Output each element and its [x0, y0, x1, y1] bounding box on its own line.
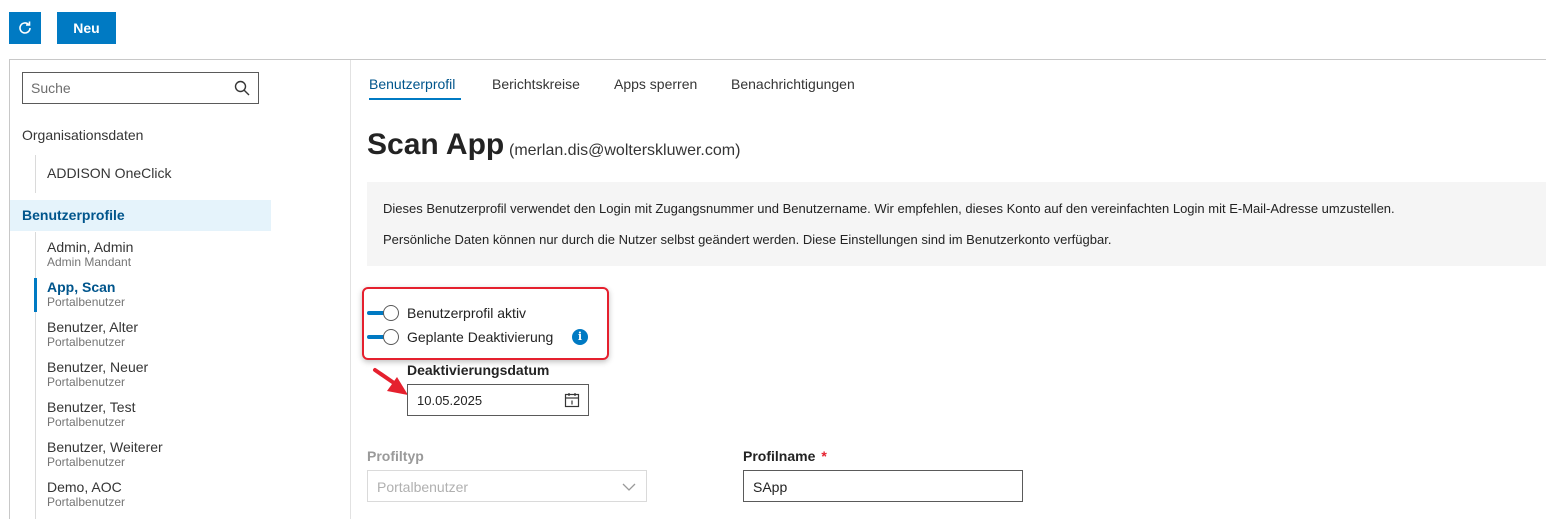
- user-name: Benutzer, Weiterer: [47, 439, 163, 455]
- sidebar-heading-org[interactable]: Organisationsdaten: [22, 127, 143, 143]
- search-input[interactable]: Suche: [22, 72, 259, 104]
- tree-line-org: [35, 155, 36, 193]
- user-list-item-selected[interactable]: App, Scan Portalbenutzer: [47, 279, 125, 309]
- chevron-down-icon: [622, 483, 636, 491]
- tab-benachrichtigungen[interactable]: Benachrichtigungen: [731, 76, 855, 92]
- user-name: App, Scan: [47, 279, 116, 295]
- search-icon: [234, 80, 250, 96]
- user-name: Benutzer, Neuer: [47, 359, 149, 375]
- calendar-icon[interactable]: [564, 392, 580, 408]
- user-list-item[interactable]: Admin, Admin Admin Mandant: [47, 239, 133, 269]
- info-box: Dieses Benutzerprofil verwendet den Logi…: [367, 182, 1546, 266]
- toggle-knob: [383, 329, 399, 345]
- toggle-knob: [383, 305, 399, 321]
- user-list-item[interactable]: Benutzer, Neuer Portalbenutzer: [47, 359, 148, 389]
- annotation-highlight-box: [362, 287, 609, 360]
- user-list-item[interactable]: Benutzer, Test Portalbenutzer: [47, 399, 135, 429]
- user-role: Portalbenutzer: [47, 415, 126, 429]
- frame-top-border: [9, 59, 1546, 60]
- info-icon[interactable]: i: [572, 329, 588, 345]
- tab-benutzerprofil[interactable]: Benutzerprofil: [369, 76, 455, 92]
- search-placeholder: Suche: [31, 80, 71, 96]
- user-name: Admin, Admin: [47, 239, 134, 255]
- active-tab-indicator: [369, 98, 461, 100]
- tree-line-profiles: [35, 232, 36, 519]
- user-name: Benutzer, Test: [47, 399, 136, 415]
- deactivation-date-value: 10.05.2025: [417, 393, 483, 408]
- user-name: Demo, AOC: [47, 479, 122, 495]
- page-title-email: (merlan.dis@wolterskluwer.com): [509, 142, 741, 159]
- page-title: Scan App: [367, 128, 505, 161]
- user-role: Portalbenutzer: [47, 295, 126, 309]
- user-list-item[interactable]: Demo, AOC Portalbenutzer: [47, 479, 125, 509]
- user-role: Portalbenutzer: [47, 375, 126, 389]
- profile-name-value: SApp: [753, 479, 788, 495]
- toggle-scheduled-deactivation-label: Geplante Deaktivierung: [407, 329, 554, 345]
- toggle-profile-active-label: Benutzerprofil aktiv: [407, 305, 527, 321]
- user-role: Portalbenutzer: [47, 495, 126, 509]
- profile-type-value: Portalbenutzer: [377, 479, 469, 495]
- profile-type-label: Profiltyp: [367, 448, 424, 464]
- profile-type-select: Portalbenutzer: [367, 470, 647, 502]
- selected-user-indicator: [34, 278, 37, 312]
- frame-left-border: [9, 59, 10, 519]
- user-list-item[interactable]: Benutzer, Weiterer Portalbenutzer: [47, 439, 163, 469]
- refresh-icon: [19, 21, 31, 34]
- required-marker: *: [821, 448, 827, 464]
- sidebar-item-addison[interactable]: ADDISON OneClick: [47, 165, 171, 181]
- info-text-login: Dieses Benutzerprofil verwendet den Logi…: [383, 201, 1395, 216]
- profile-name-input[interactable]: SApp: [743, 470, 1023, 502]
- tab-apps-sperren[interactable]: Apps sperren: [614, 76, 697, 92]
- tab-berichtskreise[interactable]: Berichtskreise: [492, 76, 580, 92]
- annotation-arrow-icon: [373, 368, 408, 395]
- user-list-item[interactable]: Benutzer, Alter Portalbenutzer: [47, 319, 138, 349]
- deactivation-date-label: Deaktivierungsdatum: [407, 362, 550, 378]
- user-role: Portalbenutzer: [47, 335, 126, 349]
- user-role: Portalbenutzer: [47, 455, 126, 469]
- toggle-profile-active[interactable]: [367, 304, 399, 322]
- new-button[interactable]: Neu: [57, 12, 116, 44]
- user-role: Admin Mandant: [47, 255, 132, 269]
- toggle-scheduled-deactivation[interactable]: [367, 328, 399, 346]
- refresh-button[interactable]: [9, 12, 41, 44]
- info-text-personal-data: Persönliche Daten können nur durch die N…: [383, 232, 1112, 247]
- panel-divider: [350, 60, 351, 519]
- deactivation-date-field[interactable]: 10.05.2025: [407, 384, 589, 416]
- profile-name-label: Profilname *: [743, 448, 827, 464]
- profile-name-label-text: Profilname: [743, 448, 816, 464]
- user-name: Benutzer, Alter: [47, 319, 139, 335]
- sidebar-heading-profiles[interactable]: Benutzerprofile: [22, 207, 125, 223]
